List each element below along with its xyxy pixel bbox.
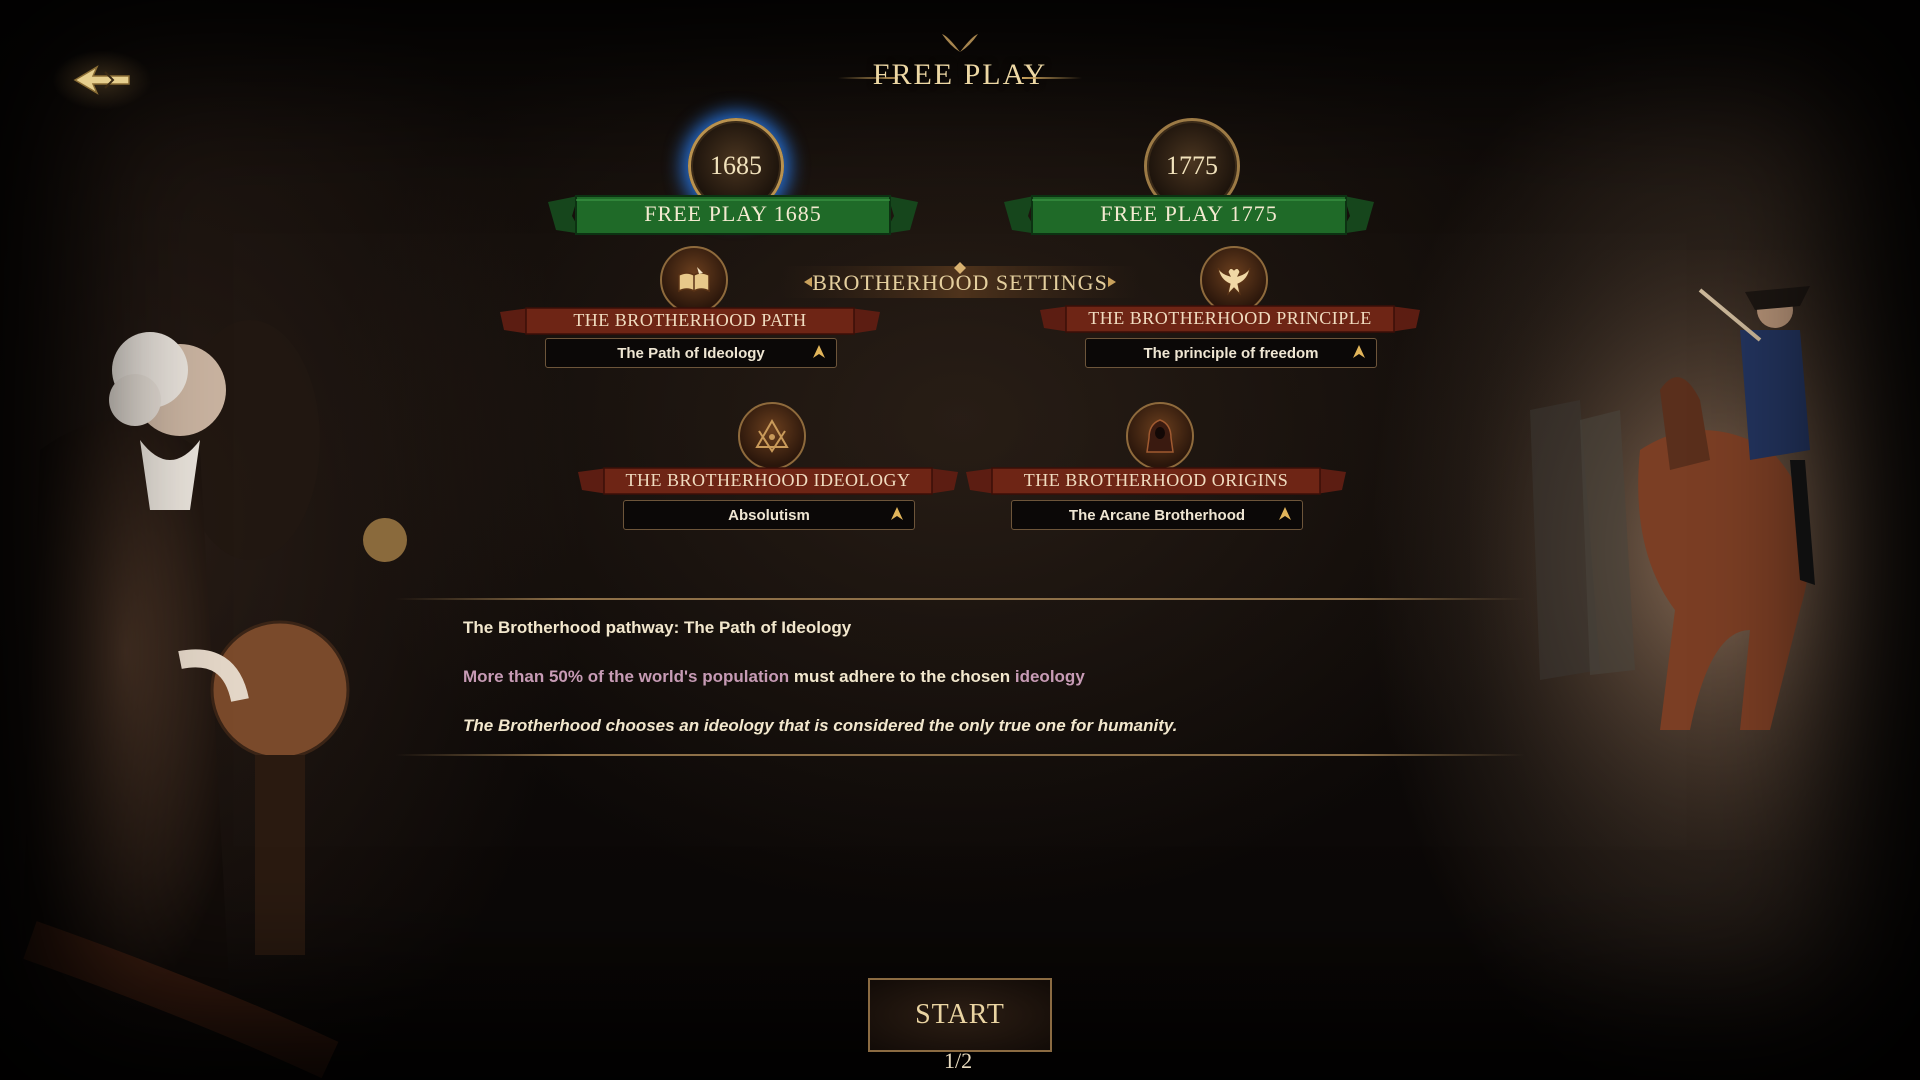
setting-brotherhood-principle: THE BROTHERHOOD PRINCIPLE The principle … [1040, 246, 1420, 368]
era-label: FREE PLAY 1685 [644, 201, 822, 226]
plain-text: must adhere to the chosen [789, 667, 1015, 686]
setting-title-wrap: THE BROTHERHOOD ORIGINS [966, 466, 1346, 496]
book-icon [678, 267, 710, 293]
dropdown-value: The Arcane Brotherhood [1068, 506, 1246, 524]
title-rule-right [1022, 77, 1082, 79]
era-label-wrap: FREE PLAY 1685 [548, 190, 918, 240]
description-line-requirement: More than 50% of the world's population … [463, 667, 1085, 687]
highlight-text: ideology [1014, 667, 1085, 686]
setting-title-wrap: THE BROTHERHOOD IDEOLOGY [578, 466, 958, 496]
panel-rule-bottom [395, 754, 1525, 756]
dropdown-arrow-icon [1353, 345, 1365, 358]
dropdown-value: Absolutism [728, 506, 810, 524]
title-ornament: FREE PLAY [790, 30, 1130, 110]
highlight-text: More than 50% of the world's population [463, 667, 790, 686]
era-label: FREE PLAY 1775 [1100, 201, 1278, 226]
back-button[interactable] [52, 50, 152, 110]
back-arrow-icon [73, 65, 130, 95]
eagle-icon [1217, 267, 1251, 296]
setting-brotherhood-ideology: THE BROTHERHOOD IDEOLOGY Absolutism [578, 402, 958, 530]
path-dropdown[interactable]: The Path of Ideology [545, 338, 837, 368]
dropdown-arrow-icon [813, 345, 825, 358]
setting-title: THE BROTHERHOOD PRINCIPLE [1088, 308, 1372, 328]
panel-rule-top [395, 598, 1525, 600]
setting-emblem [738, 402, 806, 470]
highlight-text: ideology [703, 716, 774, 735]
page-total: 2 [961, 1048, 973, 1073]
ideology-dropdown[interactable]: Absolutism [623, 500, 915, 530]
principle-dropdown[interactable]: The principle of freedom [1085, 338, 1377, 368]
page-title: FREE PLAY [872, 58, 1048, 91]
dropdown-arrow-icon [891, 507, 903, 520]
era-option-1685[interactable]: 1685 FREE PLAY 1685 [548, 118, 918, 248]
setting-title: THE BROTHERHOOD IDEOLOGY [625, 470, 911, 490]
setting-title: THE BROTHERHOOD ORIGINS [1023, 470, 1289, 490]
description-line-flavor: The Brotherhood chooses an ideology that… [463, 716, 1177, 736]
hooded-figure-icon [1146, 419, 1174, 453]
start-button[interactable]: START [868, 978, 1052, 1052]
italic-text: that is considered the only true one for… [773, 716, 1178, 735]
description-line-pathway: The Brotherhood pathway: The Path of Ide… [463, 618, 852, 637]
era-label-wrap: FREE PLAY 1775 [1004, 190, 1374, 240]
dropdown-value: The Path of Ideology [617, 344, 765, 362]
page-current: 1 [943, 1048, 955, 1073]
aristocrat-illustration [20, 320, 407, 1079]
setting-emblem [660, 246, 728, 314]
compass-square-icon [755, 419, 789, 453]
italic-text: The Brotherhood chooses an [463, 716, 704, 735]
origins-dropdown[interactable]: The Arcane Brotherhood [1011, 500, 1303, 530]
page-indicator: 1/2 [918, 1048, 998, 1074]
description-panel: The Brotherhood pathway: The Path of Ide… [395, 586, 1525, 761]
setting-brotherhood-origins: THE BROTHERHOOD ORIGINS The Arcane Broth… [966, 402, 1346, 530]
setting-title-wrap: THE BROTHERHOOD PRINCIPLE [1040, 304, 1420, 334]
dropdown-arrow-icon [1279, 507, 1291, 520]
setting-title-wrap: THE BROTHERHOOD PATH [500, 306, 880, 336]
cavalry-officer-illustration [1470, 250, 1920, 850]
start-label: START [915, 999, 1005, 1030]
setting-emblem [1126, 402, 1194, 470]
setting-title: THE BROTHERHOOD PATH [573, 310, 807, 330]
dropdown-value: The principle of freedom [1143, 344, 1319, 362]
era-option-1775[interactable]: 1775 FREE PLAY 1775 [1004, 118, 1374, 248]
setting-brotherhood-path: THE BROTHERHOOD PATH The Path of Ideolog… [500, 246, 880, 368]
game-background: FREE PLAY 1685 FREE PLAY 1685 1775 FREE … [0, 0, 1920, 1080]
wing-crest-icon [942, 34, 978, 52]
